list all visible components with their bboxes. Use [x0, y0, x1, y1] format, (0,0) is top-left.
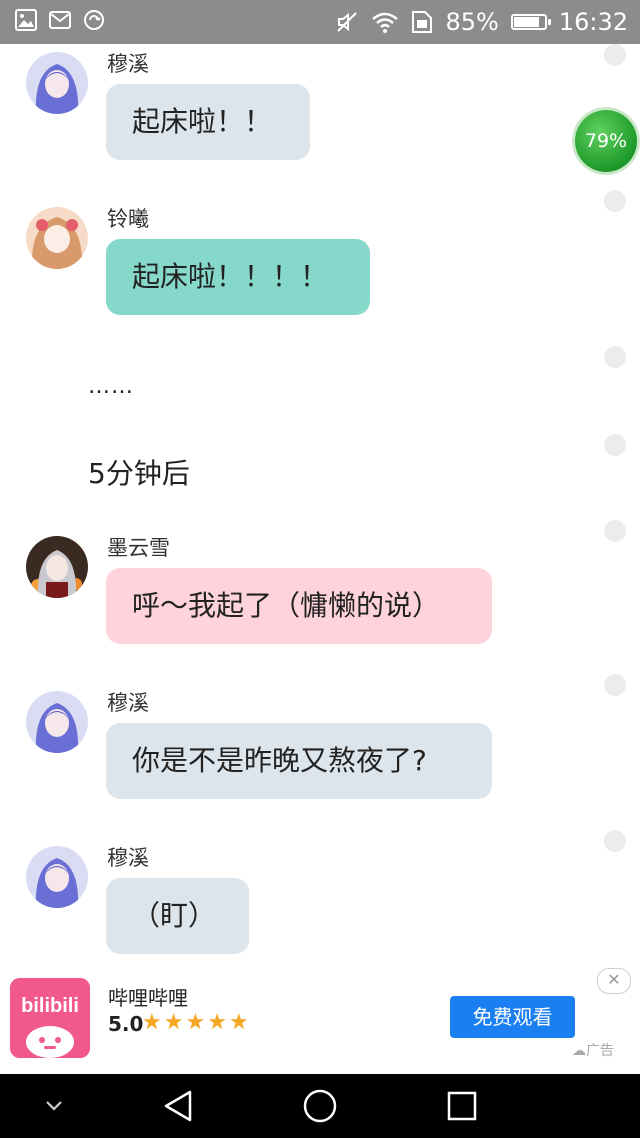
- sender-name: 穆溪: [107, 691, 149, 715]
- message-select-dot[interactable]: [604, 434, 626, 456]
- avatar[interactable]: [26, 691, 88, 753]
- bilibili-app-icon[interactable]: bilibili: [10, 978, 90, 1058]
- rating-star: ★: [228, 1010, 251, 1035]
- rating-star: ★: [142, 1010, 164, 1035]
- back-icon[interactable]: [156, 1074, 200, 1138]
- ad-rating-stars: ★★★★★: [142, 1010, 251, 1035]
- message-text: 起床啦！！: [132, 105, 273, 138]
- ad-close-button[interactable]: ✕: [597, 968, 631, 994]
- clock: 16:32: [558, 8, 628, 36]
- home-icon[interactable]: [300, 1074, 340, 1138]
- mute-icon: [337, 12, 358, 32]
- message-bubble[interactable]: 起床啦！！！！: [106, 239, 370, 315]
- image-icon: [15, 9, 37, 31]
- message-select-dot[interactable]: [604, 190, 626, 212]
- navigation-bar: [0, 1074, 640, 1138]
- message-select-dot[interactable]: [604, 346, 626, 368]
- free-watch-button[interactable]: 免费观看: [450, 996, 575, 1038]
- message-select-dot[interactable]: [604, 830, 626, 852]
- rating-star: ★: [207, 1010, 229, 1035]
- floating-memory-badge[interactable]: 79%: [575, 110, 637, 172]
- message-bubble[interactable]: 呼～我起了（慵懒的说）: [106, 568, 492, 644]
- ad-tag-label: ☁广告: [572, 1043, 614, 1059]
- mail-icon: [49, 11, 71, 29]
- message-text: 你是不是昨晚又熬夜了?: [132, 744, 427, 777]
- sync-icon: [84, 10, 104, 30]
- rating-star: ★: [185, 1010, 208, 1035]
- avatar[interactable]: [26, 52, 88, 114]
- narration-time: 5分钟后: [88, 457, 190, 490]
- avatar[interactable]: [26, 536, 88, 598]
- ad-banner[interactable]: bilibili 哔哩哔哩 5.0 ★★★★★ 免费观看 ✕ ☁广告: [0, 968, 640, 1074]
- sim-icon: [412, 11, 433, 33]
- message-select-dot[interactable]: [604, 674, 626, 696]
- status-right: 85% 16:32: [335, 0, 628, 44]
- message-bubble[interactable]: 起床啦！！: [106, 84, 310, 160]
- status-left-icons: [14, 8, 106, 32]
- message-bubble[interactable]: （盯）: [106, 878, 249, 954]
- rating-star: ★: [163, 1010, 186, 1035]
- narration-ellipsis: ……: [88, 374, 134, 399]
- message-text: 起床啦！！！！: [132, 260, 329, 293]
- ad-tag-text: 广告: [586, 1043, 614, 1059]
- status-bar: 85% 16:32: [0, 0, 640, 44]
- battery-level-fill: [513, 17, 540, 27]
- badge-text: 79%: [584, 130, 628, 152]
- message-text: （盯）: [132, 899, 217, 932]
- collapse-icon[interactable]: [34, 1074, 74, 1138]
- avatar[interactable]: [26, 207, 88, 269]
- ad-rating-value: 5.0: [108, 1012, 144, 1036]
- ad-app-name: 哔哩哔哩: [108, 986, 188, 1010]
- battery-percent: 85%: [445, 8, 499, 36]
- message-bubble[interactable]: 你是不是昨晚又熬夜了?: [106, 723, 492, 799]
- message-select-dot[interactable]: [604, 520, 626, 542]
- sender-name: 铃曦: [107, 207, 149, 231]
- message-select-dot[interactable]: [604, 44, 626, 66]
- chat-area[interactable]: 穆溪 起床啦！！ 铃曦 起床啦！！！！ …… 5分钟后 墨云雪 呼～我起了（慵懒…: [0, 44, 640, 964]
- sender-name: 穆溪: [107, 846, 149, 870]
- wifi-icon: [372, 12, 399, 33]
- recents-icon[interactable]: [444, 1074, 480, 1138]
- sender-name: 穆溪: [107, 52, 149, 76]
- message-text: 呼～我起了（慵懒的说）: [132, 589, 441, 622]
- logo-text: bilibili: [21, 995, 79, 1017]
- battery-icon: [510, 14, 551, 30]
- sender-name: 墨云雪: [107, 536, 170, 560]
- avatar[interactable]: [26, 846, 88, 908]
